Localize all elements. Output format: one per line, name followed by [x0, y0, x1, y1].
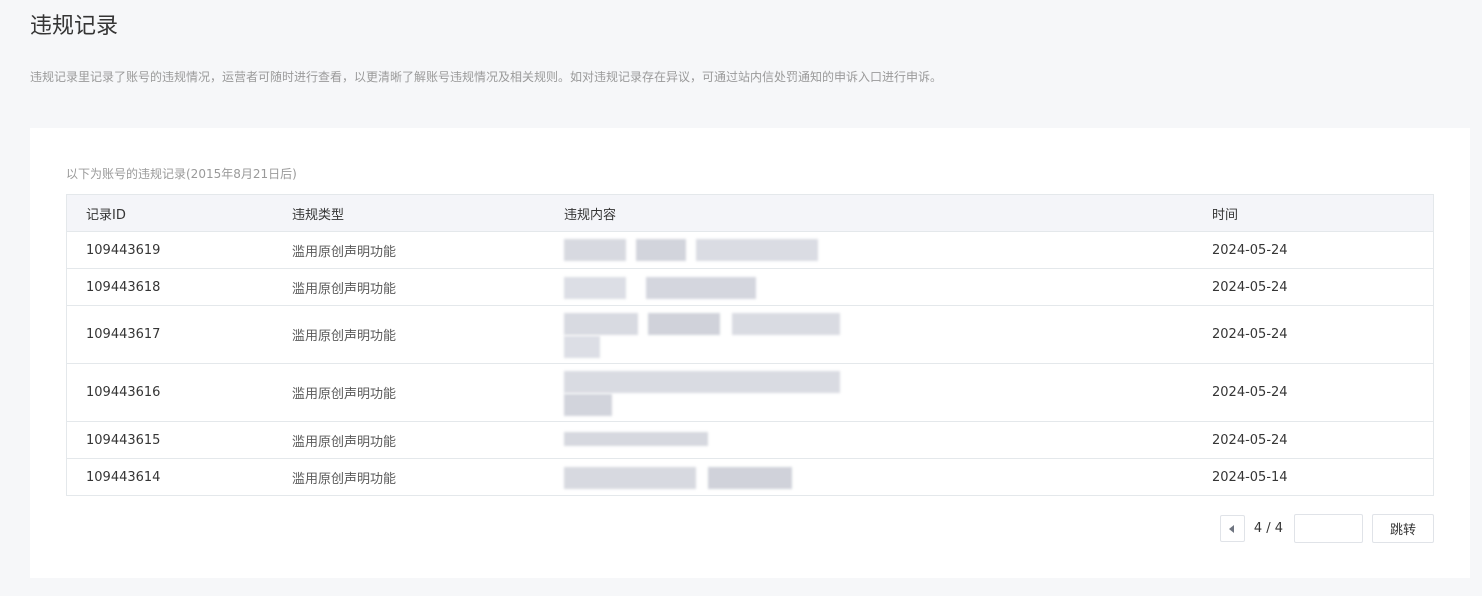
page-jump-input[interactable]	[1294, 514, 1363, 543]
table-header-row: 记录ID 违规类型 违规内容 时间	[67, 195, 1433, 231]
header-violation-content: 违规内容	[564, 207, 617, 223]
record-time: 2024-05-24	[1212, 385, 1288, 400]
record-time: 2024-05-24	[1212, 432, 1288, 448]
table-row: 109443615 滥用原创声明功能 2024-05-24	[67, 421, 1433, 458]
record-id: 109443616	[86, 385, 161, 400]
violation-content-redacted	[564, 306, 1193, 363]
record-time: 2024-05-24	[1212, 279, 1288, 295]
header-record-id: 记录ID	[86, 207, 126, 223]
records-card: 以下为账号的违规记录(2015年8月21日后) 记录ID 违规类型 违规内容 时…	[30, 128, 1470, 578]
table-row: 109443618 滥用原创声明功能 2024-05-24	[67, 268, 1433, 305]
page-title: 违规记录	[30, 14, 119, 39]
record-id: 109443615	[86, 432, 161, 448]
record-id: 109443618	[86, 279, 161, 295]
violation-type: 滥用原创声明功能	[292, 281, 397, 297]
table-row: 109443619 滥用原创声明功能 2024-05-24	[67, 231, 1433, 268]
violation-content-redacted	[564, 422, 1193, 458]
violation-type: 滥用原创声明功能	[292, 244, 397, 260]
violation-type: 滥用原创声明功能	[292, 471, 397, 487]
record-id: 109443617	[86, 327, 161, 342]
table-row: 109443614 滥用原创声明功能 2024-05-14	[67, 458, 1433, 495]
violation-content-redacted	[564, 269, 1193, 305]
page-indicator: 4 / 4	[1253, 521, 1283, 536]
record-id: 109443614	[86, 469, 161, 485]
records-caption: 以下为账号的违规记录(2015年8月21日后)	[66, 167, 297, 181]
header-time: 时间	[1212, 207, 1239, 223]
prev-page-button[interactable]	[1219, 515, 1245, 542]
violation-type: 滥用原创声明功能	[292, 434, 397, 450]
jump-button[interactable]: 跳转	[1372, 514, 1434, 543]
header-violation-type: 违规类型	[292, 207, 345, 223]
table-row: 109443616 滥用原创声明功能 2024-05-24	[67, 363, 1433, 421]
records-table: 记录ID 违规类型 违规内容 时间 109443619 滥用原创声明功能 202…	[66, 194, 1434, 496]
record-time: 2024-05-24	[1212, 327, 1288, 342]
pagination: 4 / 4 跳转	[1219, 514, 1434, 543]
caret-left-icon	[1229, 524, 1235, 533]
violation-type: 滥用原创声明功能	[292, 329, 397, 344]
violation-content-redacted	[564, 459, 1193, 495]
page-description: 违规记录里记录了账号的违规情况，运营者可随时进行查看，以更清晰了解账号违规情况及…	[30, 70, 943, 84]
table-row: 109443617 滥用原创声明功能 2024-05-24	[67, 305, 1433, 363]
record-time: 2024-05-14	[1212, 469, 1288, 485]
violation-content-redacted	[564, 232, 1193, 268]
violation-content-redacted	[564, 364, 1193, 421]
record-id: 109443619	[86, 242, 161, 258]
violation-type: 滥用原创声明功能	[292, 387, 397, 402]
record-time: 2024-05-24	[1212, 242, 1288, 258]
